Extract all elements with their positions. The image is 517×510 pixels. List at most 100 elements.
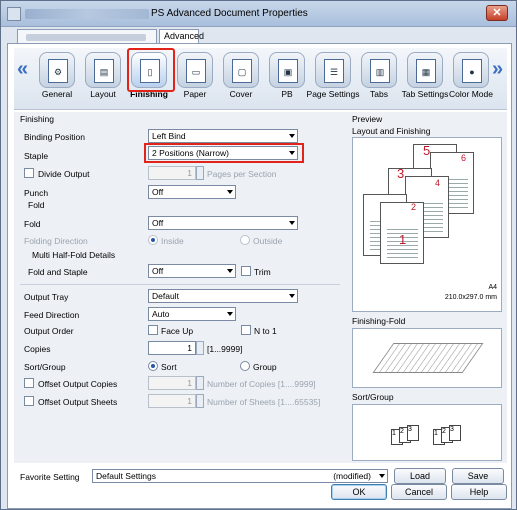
- outside-radio[interactable]: [240, 235, 250, 245]
- cover-icon: ▢: [223, 52, 259, 88]
- offset-sheets-spin-arrows[interactable]: [196, 394, 204, 408]
- category-tabs[interactable]: ▥ Tabs: [356, 50, 402, 108]
- category-color-mode[interactable]: ● Color Mode: [448, 50, 494, 108]
- stack-page: 3: [407, 425, 419, 441]
- page-number: 6: [461, 153, 467, 163]
- blurred-printer-name: [25, 9, 149, 19]
- offset-sheets-checkbox[interactable]: [24, 396, 34, 406]
- chevron-down-icon: [289, 134, 295, 138]
- folding-direction-label: Folding Direction: [24, 236, 88, 246]
- save-button[interactable]: Save: [452, 468, 504, 484]
- offset-copies-range: Number of Copies [1....9999]: [207, 379, 316, 389]
- window-title: PS Advanced Document Properties: [151, 8, 308, 19]
- staple-select[interactable]: 2 Positions (Narrow): [148, 146, 298, 160]
- output-tray-select[interactable]: Default: [148, 289, 298, 303]
- chevron-down-icon: [289, 294, 295, 298]
- paper-icon: ▭: [177, 52, 213, 88]
- group-radio[interactable]: [240, 361, 250, 371]
- category-cover[interactable]: ▢ Cover: [218, 50, 264, 108]
- multi-half-fold-label: Multi Half-Fold Details: [32, 250, 116, 260]
- face-up-checkbox[interactable]: [148, 325, 158, 335]
- layout-icon: ▤: [85, 52, 121, 88]
- pb-icon: ▣: [269, 52, 305, 88]
- page-settings-icon: ☰: [315, 52, 351, 88]
- page-number: 2: [411, 202, 417, 212]
- offset-copies-spin-arrows[interactable]: [196, 376, 204, 390]
- tabs-icon: ▥: [361, 52, 397, 88]
- favorite-setting-select[interactable]: Default Settings (modified): [92, 469, 388, 483]
- favorite-setting-row: Favorite Setting Default Settings (modifi…: [14, 467, 507, 485]
- favorite-setting-label: Favorite Setting: [20, 472, 80, 482]
- chevron-down-icon: [379, 474, 385, 478]
- punch-select[interactable]: Off: [148, 185, 236, 199]
- pages-per-section-label: Pages per Section: [207, 169, 277, 179]
- settings-area: Finishing Binding Position Left Bind Sta…: [14, 112, 507, 463]
- ok-button[interactable]: OK: [331, 484, 387, 500]
- category-paper[interactable]: ▭ Paper: [172, 50, 218, 108]
- close-button[interactable]: ✕: [486, 5, 508, 21]
- paper-size: A4: [488, 284, 497, 291]
- face-up-label: Face Up: [161, 326, 194, 336]
- layout-preview-box: 5 6 3 4 2 1 A4 210.0x297.0 mm: [352, 137, 502, 312]
- sort-group-preview-box: 1 2 3 1 2 3: [352, 404, 502, 461]
- chevron-down-icon: [227, 190, 233, 194]
- divide-output-label: Divide Output: [38, 169, 90, 179]
- copies-spin-arrows[interactable]: [196, 341, 204, 355]
- general-icon: ⚙: [39, 52, 75, 88]
- app-icon: [7, 7, 21, 21]
- preview-pane: Preview Layout and Finishing 5 6 3 4 2 1…: [352, 112, 507, 463]
- category-page-settings[interactable]: ☰ Page Settings: [307, 50, 359, 108]
- offset-copies-input[interactable]: 1: [148, 376, 196, 390]
- sort-stack: 1 2 3: [391, 425, 425, 447]
- scroll-left-icon[interactable]: «: [17, 58, 28, 81]
- chevron-down-icon: [289, 221, 295, 225]
- preview-heading: Preview: [352, 114, 383, 124]
- title-bar: PS Advanced Document Properties ✕: [1, 1, 516, 27]
- cancel-button[interactable]: Cancel: [391, 484, 447, 500]
- offset-sheets-input[interactable]: 1: [148, 394, 196, 408]
- paper-dims: 210.0x297.0 mm: [444, 294, 497, 301]
- divide-output-spin[interactable]: 1: [148, 166, 196, 180]
- feed-direction-select[interactable]: Auto: [148, 307, 236, 321]
- page-number: 5: [423, 143, 431, 158]
- offset-copies-checkbox[interactable]: [24, 378, 34, 388]
- outside-label: Outside: [253, 236, 283, 246]
- chevron-down-icon: [289, 151, 295, 155]
- help-button[interactable]: Help: [451, 484, 507, 500]
- scroll-right-icon[interactable]: »: [492, 58, 503, 81]
- load-button[interactable]: Load: [394, 468, 446, 484]
- inside-radio[interactable]: [148, 235, 158, 245]
- divider: [20, 284, 340, 285]
- copies-range-label: [1...9999]: [207, 344, 243, 354]
- tab-advanced[interactable]: Advanced: [159, 29, 204, 44]
- binding-position-select[interactable]: Left Bind: [148, 129, 298, 143]
- sort-label: Sort: [161, 362, 177, 372]
- sort-group-label: Sort/Group: [24, 362, 66, 372]
- punch-label: Punch: [24, 188, 49, 198]
- fold-select[interactable]: Off: [148, 216, 298, 230]
- tab-printer-settings[interactable]: [17, 29, 157, 44]
- copies-input[interactable]: 1: [148, 341, 196, 355]
- chevron-down-icon: [227, 269, 233, 273]
- n-to-1-checkbox[interactable]: [241, 325, 251, 335]
- divide-output-checkbox[interactable]: [24, 168, 34, 178]
- category-tab-settings[interactable]: ▦ Tab Settings: [402, 50, 448, 108]
- category-layout[interactable]: ▤ Layout: [80, 50, 126, 108]
- sort-stack: 1 2 3: [433, 425, 467, 447]
- tab-strip: Advanced: [7, 28, 512, 44]
- chevron-down-icon: [227, 312, 233, 316]
- fold-heading: Fold: [28, 200, 45, 210]
- divide-spin-arrows[interactable]: [196, 166, 204, 180]
- fold-and-staple-select[interactable]: Off: [148, 264, 236, 278]
- trim-checkbox[interactable]: [241, 266, 251, 276]
- category-pb[interactable]: ▣ PB: [264, 50, 310, 108]
- category-bar: « ⚙ General ▤ Layout ▯ Finishing ▭ Paper ▢ Cover ▣…: [14, 48, 507, 110]
- offset-copies-label: Offset Output Copies: [38, 379, 118, 389]
- stack-page: 3: [449, 425, 461, 441]
- sort-group-preview-heading: Sort/Group: [352, 392, 394, 402]
- sort-radio[interactable]: [148, 361, 158, 371]
- inside-label: Inside: [161, 236, 184, 246]
- category-general[interactable]: ⚙ General: [34, 50, 80, 108]
- fold-sheet: [372, 343, 484, 373]
- offset-sheets-range: Number of Sheets [1....65535]: [207, 397, 321, 407]
